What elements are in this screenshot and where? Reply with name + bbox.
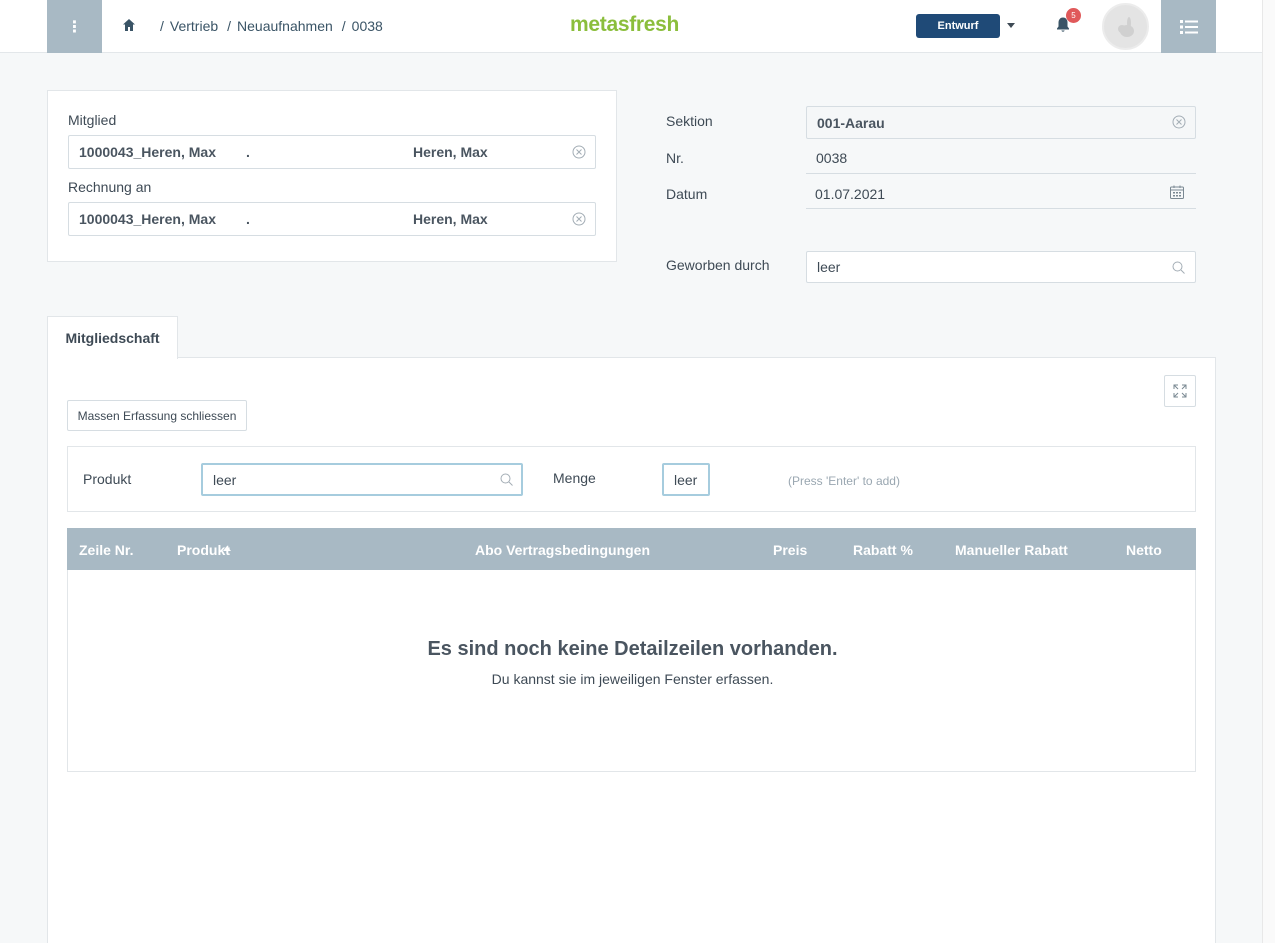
grid-body: Es sind noch keine Detailzeilen vorhande… <box>67 570 1196 772</box>
column-price[interactable]: Preis <box>773 542 807 558</box>
column-net[interactable]: Netto <box>1126 542 1162 558</box>
logo: metasfresh <box>570 13 680 36</box>
invoice-dot: . <box>246 211 250 227</box>
empty-state-subtitle: Du kannst sie im jeweiligen Fenster erfa… <box>491 671 774 687</box>
number-label: Nr. <box>666 150 684 166</box>
qty-input[interactable]: leer <box>662 463 710 496</box>
search-icon[interactable] <box>1172 261 1185 274</box>
product-input[interactable]: leer <box>201 463 523 496</box>
invoice-label: Rechnung an <box>68 179 152 195</box>
product-label: Produkt <box>83 471 132 487</box>
breadcrumb-item-vertrieb[interactable]: Vertrieb <box>170 18 218 34</box>
recruited-value: leer <box>817 259 841 275</box>
member-key: 1000043_Heren, Max <box>79 144 216 160</box>
partner-panel: Mitglied 1000043_Heren, Max . Heren, Max… <box>47 90 617 262</box>
column-contract-terms[interactable]: Abo Vertragsbedingungen <box>475 542 650 558</box>
list-icon <box>1179 19 1198 34</box>
avatar[interactable] <box>1102 3 1149 50</box>
column-product[interactable]: Produkt <box>177 542 230 558</box>
recruited-field[interactable]: leer <box>806 251 1196 283</box>
clear-icon[interactable] <box>1172 115 1186 129</box>
qty-placeholder: leer <box>674 472 698 488</box>
clear-icon[interactable] <box>572 212 586 226</box>
number-value: 0038 <box>816 150 848 166</box>
section-field[interactable]: 001-Aarau <box>806 106 1196 139</box>
sidebar-toggle-button[interactable] <box>1161 0 1216 53</box>
breadcrumb: / Vertrieb / Neuaufnahmen / 0038 <box>160 18 383 34</box>
empty-state-title: Es sind noch keine Detailzeilen vorhande… <box>427 638 838 660</box>
column-line-no[interactable]: Zeile Nr. <box>79 542 133 558</box>
date-label: Datum <box>666 186 708 202</box>
batch-entry-panel: Produkt leer Menge leer <box>67 446 1196 512</box>
expand-icon <box>1173 384 1187 398</box>
member-field[interactable]: 1000043_Heren, Max . Heren, Max <box>68 135 596 169</box>
invoice-key: 1000043_Heren, Max <box>79 211 216 227</box>
column-discount-percent[interactable]: Rabatt % <box>853 542 913 558</box>
breadcrumb-item-record[interactable]: 0038 <box>352 18 383 34</box>
notification-badge: 5 <box>1066 8 1081 23</box>
member-name: Heren, Max <box>413 144 488 160</box>
close-batch-entry-button[interactable]: Massen Erfassung schliessen <box>67 400 247 431</box>
member-dot: . <box>246 144 250 160</box>
doc-status-button[interactable]: Entwurf <box>916 14 1000 38</box>
member-label: Mitglied <box>68 112 117 128</box>
calendar-icon[interactable] <box>1170 185 1184 199</box>
fullscreen-button[interactable] <box>1164 375 1196 407</box>
invoice-field[interactable]: 1000043_Heren, Max . Heren, Max <box>68 202 596 236</box>
invoice-name: Heren, Max <box>413 211 488 227</box>
grid-header: Zeile Nr. Produkt Abo Vertragsbedingunge… <box>67 528 1196 570</box>
tab-mitgliedschaft[interactable]: Mitgliedschaft <box>47 316 178 359</box>
home-icon[interactable] <box>121 17 137 33</box>
date-field[interactable]: 01.07.2021 <box>806 177 1196 209</box>
enter-hint: (Press 'Enter' to add) <box>788 474 900 488</box>
search-icon[interactable] <box>500 473 513 486</box>
number-field: 0038 <box>806 142 1196 174</box>
scrollbar[interactable] <box>1262 0 1275 943</box>
recruited-label: Geworben durch <box>666 257 770 273</box>
vertical-dots-icon: ⋮ <box>66 18 83 36</box>
qty-label: Menge <box>553 470 596 486</box>
date-value: 01.07.2021 <box>815 186 886 202</box>
column-manual-discount[interactable]: Manueller Rabatt <box>955 542 1068 558</box>
rabbit-avatar-icon <box>1117 16 1134 37</box>
breadcrumb-item-neuaufnahmen[interactable]: Neuaufnahmen <box>237 18 333 34</box>
menu-button[interactable]: ⋮ <box>47 0 102 53</box>
chevron-down-icon[interactable] <box>1007 23 1015 28</box>
section-label: Sektion <box>666 113 713 129</box>
clear-icon[interactable] <box>572 145 586 159</box>
top-header: ⋮ / Vertrieb / Neuaufnahmen / 0038 metas… <box>0 0 1262 53</box>
product-placeholder: leer <box>213 472 237 488</box>
section-value: 001-Aarau <box>817 115 885 131</box>
